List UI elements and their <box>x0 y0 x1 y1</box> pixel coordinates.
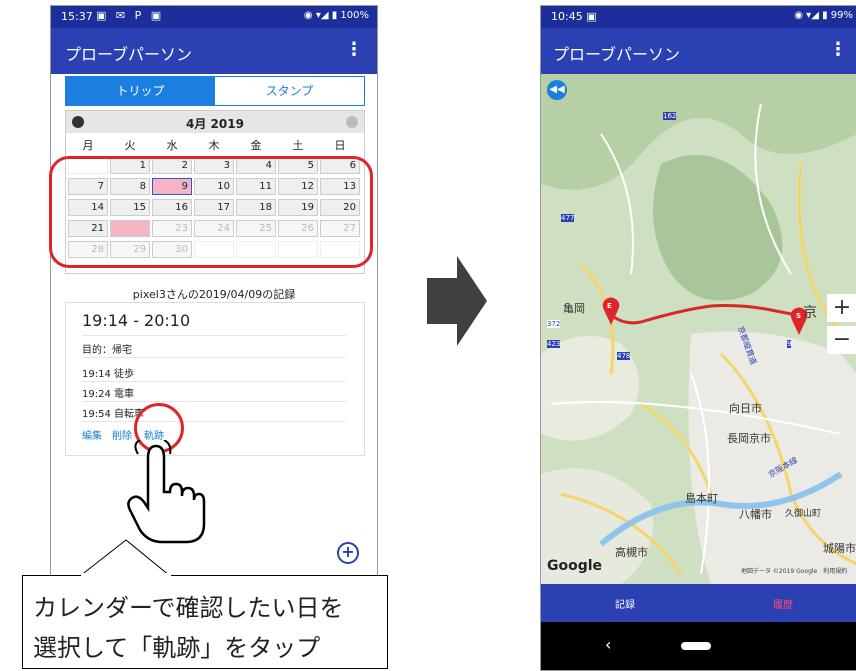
app-bar: プローブパーソン ⋮ <box>51 28 377 74</box>
system-nav-bar: ‹ <box>541 622 856 670</box>
bottom-tab-bar: 記録 履歴 <box>541 584 856 622</box>
callout-line-1: カレンダーで確認したい日を <box>33 594 344 622</box>
zoom-in-button[interactable]: + <box>827 294 856 322</box>
callout-pointer-mask <box>81 573 171 579</box>
map-label-joyo: 城陽市 <box>823 542 856 555</box>
signal-icon: ◉ ▾◢ ▮ <box>303 10 341 21</box>
google-logo: Google <box>547 558 603 574</box>
nav-back-icon[interactable]: ‹ <box>605 635 611 654</box>
right-arrow-icon <box>427 256 487 346</box>
map-label-yawata: 八幡市 <box>739 508 772 521</box>
status-bar: 15:37 ▣ ✉ P ▣ ◉ ▾◢ ▮ 100% <box>51 6 377 28</box>
next-month-icon[interactable] <box>346 116 358 128</box>
app-title: プローブパーソン <box>553 45 681 64</box>
route-372: 372 <box>547 320 561 328</box>
end-marker-label: E <box>607 302 612 310</box>
weekday-label: 月 <box>82 139 94 152</box>
status-right: ◉ ▾◢ ▮ 100% <box>304 10 369 21</box>
edit-link[interactable]: 編集 <box>82 427 102 442</box>
map-label-shimamoto: 島本町 <box>685 492 718 505</box>
map-label-nagaokakyo: 長岡京市 <box>727 432 771 445</box>
weekday-label: 金 <box>250 139 262 152</box>
route-478: 478 <box>617 352 631 360</box>
divider <box>82 335 346 336</box>
status-right: ◉ ▾◢ ▮ 99% <box>794 10 853 21</box>
instruction-callout: カレンダーで確認したい日を 選択して「軌跡」をタップ <box>22 575 388 669</box>
left-phone-screen: 15:37 ▣ ✉ P ▣ ◉ ▾◢ ▮ 100% プローブパーソン ⋮ トリッ… <box>50 5 378 607</box>
callout-line-2: 選択して「軌跡」をタップ <box>33 634 321 662</box>
tab-bar: トリップ スタンプ <box>65 76 365 106</box>
map-label-mukou: 向日市 <box>729 402 762 415</box>
battery-level: 100% <box>340 10 369 21</box>
tab-record[interactable]: 記録 <box>615 596 635 611</box>
divider <box>82 357 346 358</box>
map-label-takatsuki: 高槻市 <box>615 546 648 559</box>
tab-history[interactable]: 履歴 <box>773 596 793 611</box>
calendar-highlight-oval <box>49 156 373 268</box>
battery-level: 99% <box>830 10 853 21</box>
calendar-header: 4月 2019 <box>66 111 364 133</box>
divider <box>82 421 346 422</box>
signal-icon: ◉ ▾◢ ▮ <box>794 10 831 21</box>
tab-stamp[interactable]: スタンプ <box>215 77 364 105</box>
status-time: 15:37 <box>61 10 93 23</box>
status-bar: 10:45 ▣ ◉ ▾◢ ▮ 99% <box>541 6 856 28</box>
overflow-menu-icon[interactable]: ⋮ <box>829 39 847 60</box>
route-423: 423 <box>547 340 561 348</box>
route-9: 9 <box>787 340 792 348</box>
divider <box>82 381 346 382</box>
trip-step: 19:24 電車 <box>82 389 134 400</box>
trip-time-range: 19:14 - 20:10 <box>82 311 191 330</box>
weekday-label: 木 <box>208 139 220 152</box>
weekday-label: 日 <box>334 139 346 152</box>
weekday-label: 土 <box>292 139 304 152</box>
route-477: 477 <box>561 214 575 222</box>
zoom-out-button[interactable]: − <box>827 326 856 354</box>
nav-home-icon[interactable] <box>681 642 711 650</box>
app-title: プローブパーソン <box>65 45 193 64</box>
trip-purpose: 目的：帰宅 <box>82 345 132 356</box>
weekday-label: 水 <box>166 139 178 152</box>
right-phone-screen: 10:45 ▣ ◉ ▾◢ ▮ 99% プローブパーソン ⋮ ◀◀ E S 亀岡 … <box>540 5 856 671</box>
map-label-kumiyama: 久御山町 <box>785 509 822 519</box>
notification-icons: ▣ ✉ P ▣ <box>96 9 165 22</box>
weekday-label: 火 <box>124 139 136 152</box>
map-label-kyo: 京 <box>803 305 817 321</box>
map-copyright[interactable]: 地図データ ©2019 Google 利用規約 <box>741 566 847 575</box>
trip-step: 19:14 徒歩 <box>82 369 134 380</box>
calendar-month: 4月 2019 <box>186 117 244 131</box>
add-button[interactable]: + <box>337 542 359 564</box>
trip-step: 19:54 自転車 <box>82 409 144 420</box>
app-bar: プローブパーソン ⋮ <box>541 28 856 74</box>
route-162: 162 <box>663 112 677 120</box>
start-marker-label: S <box>796 312 802 320</box>
map-label-kameoka: 亀岡 <box>563 302 585 315</box>
status-time: 10:45 ▣ <box>551 10 597 23</box>
tap-hand-icon <box>127 440 206 544</box>
record-title: pixel3さんの2019/04/09の記録 <box>132 288 296 301</box>
end-marker-icon[interactable] <box>601 296 621 326</box>
back-icon[interactable]: ◀◀ <box>547 80 567 100</box>
overflow-menu-icon[interactable]: ⋮ <box>345 39 363 60</box>
divider <box>82 401 346 402</box>
trip-card: 19:14 - 20:10 目的：帰宅 19:14 徒歩 19:24 電車 19… <box>65 302 365 456</box>
tab-trip[interactable]: トリップ <box>66 77 215 105</box>
map-view[interactable]: ◀◀ E S 亀岡 京 向日市 長岡京市 島本町 八幡市 久御山町 高槻市 城陽… <box>541 74 856 584</box>
callout-pointer <box>78 539 172 577</box>
